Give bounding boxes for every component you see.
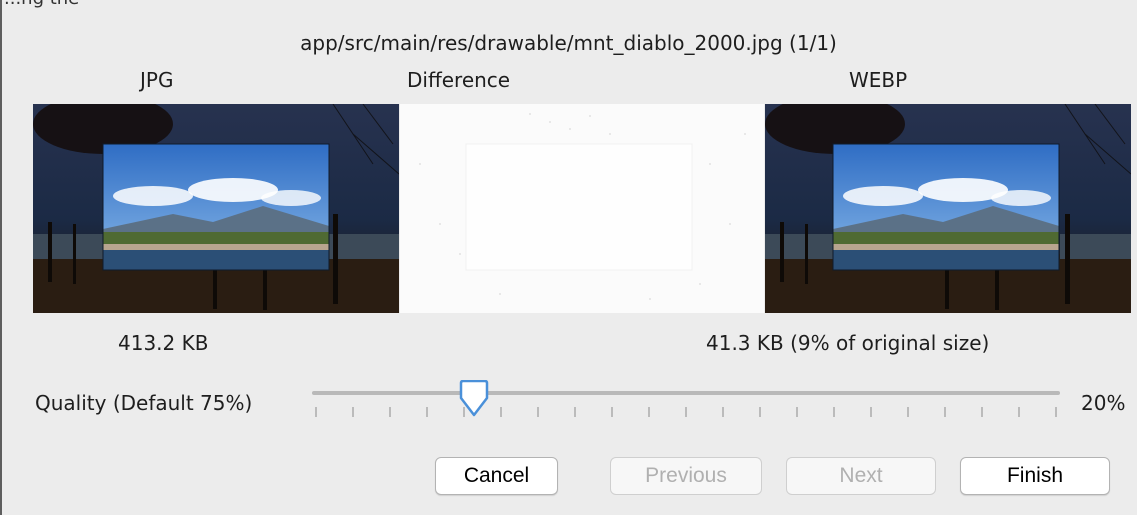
obscured-text: ...ng the (4, 0, 79, 9)
file-path-title: app/src/main/res/drawable/mnt_diablo_200… (300, 31, 837, 55)
webp-file-size: 41.3 KB (9% of original size) (706, 331, 990, 355)
jpg-preview-image (33, 104, 399, 313)
previous-button[interactable]: Previous (610, 457, 762, 495)
dialog-top-strip: ...ng the (0, 0, 1137, 12)
quality-label: Quality (Default 75%) (35, 391, 253, 415)
jpg-file-size: 413.2 KB (118, 331, 209, 355)
next-button[interactable]: Next (786, 457, 936, 495)
slider-ticks (315, 407, 1057, 417)
cancel-button[interactable]: Cancel (435, 457, 558, 495)
quality-slider[interactable] (312, 380, 1060, 428)
finish-button[interactable]: Finish (960, 457, 1110, 495)
slider-track[interactable] (312, 391, 1060, 395)
window-left-edge (0, 0, 2, 515)
quality-value: 20% (1081, 391, 1126, 415)
jpg-label: JPG (140, 68, 174, 92)
slider-thumb[interactable] (457, 380, 491, 418)
webp-preview-image (765, 104, 1131, 313)
difference-label: Difference (407, 68, 511, 92)
webp-label: WEBP (849, 68, 908, 92)
difference-image (400, 104, 764, 313)
